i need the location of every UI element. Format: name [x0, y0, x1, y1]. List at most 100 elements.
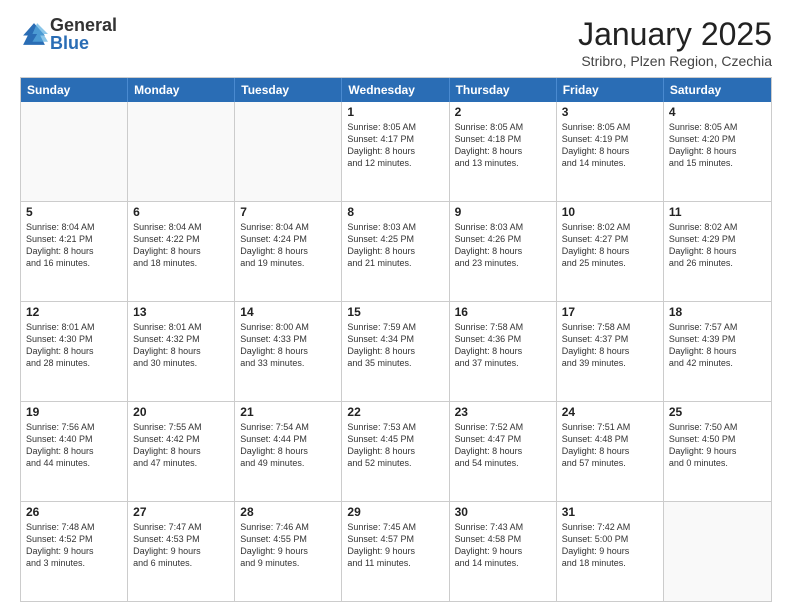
calendar-header: SundayMondayTuesdayWednesdayThursdayFrid…: [21, 78, 771, 102]
calendar-cell: 19Sunrise: 7:56 AM Sunset: 4:40 PM Dayli…: [21, 402, 128, 501]
cell-info: Sunrise: 8:01 AM Sunset: 4:32 PM Dayligh…: [133, 321, 229, 370]
calendar-cell: 31 Sunrise: 7:42 AM Sunset: 5:00 PM Dayli…: [557, 502, 664, 601]
cell-info: Sunrise: 8:04 AM Sunset: 4:24 PM Dayligh…: [240, 221, 336, 270]
calendar-cell: 25 Sunrise: 7:50 AM Sunset: 4:50 PM Dayli…: [664, 402, 771, 501]
calendar-cell: 21 Sunrise: 7:54 AM Sunset: 4:44 PM Dayli…: [235, 402, 342, 501]
day-number: 16: [455, 305, 551, 319]
calendar-cell: [21, 102, 128, 201]
calendar-cell: 14 Sunrise: 8:00 AM Sunset: 4:33 PM Dayli…: [235, 302, 342, 401]
day-number: 10: [562, 205, 658, 219]
day-number: 1: [347, 105, 443, 119]
day-number: 3: [562, 105, 658, 119]
calendar-row: 19Sunrise: 7:56 AM Sunset: 4:40 PM Dayli…: [21, 402, 771, 502]
cell-info: Sunrise: 8:00 AM Sunset: 4:33 PM Dayligh…: [240, 321, 336, 370]
cell-info: Sunrise: 8:05 AM Sunset: 4:19 PM Dayligh…: [562, 121, 658, 170]
calendar-cell: 30Sunrise: 7:43 AM Sunset: 4:58 PM Dayli…: [450, 502, 557, 601]
calendar-cell: 5 Sunrise: 8:04 AM Sunset: 4:21 PM Daylig…: [21, 202, 128, 301]
day-number: 21: [240, 405, 336, 419]
cell-info: Sunrise: 7:46 AM Sunset: 4:55 PM Dayligh…: [240, 521, 336, 570]
cell-info: Sunrise: 7:54 AM Sunset: 4:44 PM Dayligh…: [240, 421, 336, 470]
calendar-cell: 3 Sunrise: 8:05 AM Sunset: 4:19 PM Daylig…: [557, 102, 664, 201]
cell-info: Sunrise: 8:02 AM Sunset: 4:27 PM Dayligh…: [562, 221, 658, 270]
logo-general: General: [50, 16, 117, 34]
day-number: 11: [669, 205, 766, 219]
logo-text: General Blue: [50, 16, 117, 52]
header: General Blue January 2025 Stribro, Plzen…: [20, 16, 772, 69]
day-number: 24: [562, 405, 658, 419]
day-number: 25: [669, 405, 766, 419]
cell-info: Sunrise: 7:58 AM Sunset: 4:37 PM Dayligh…: [562, 321, 658, 370]
weekday-header: Wednesday: [342, 78, 449, 102]
cell-info: Sunrise: 8:04 AM Sunset: 4:22 PM Dayligh…: [133, 221, 229, 270]
title-block: January 2025 Stribro, Plzen Region, Czec…: [578, 16, 772, 69]
calendar-cell: 12Sunrise: 8:01 AM Sunset: 4:30 PM Dayli…: [21, 302, 128, 401]
cell-info: Sunrise: 7:48 AM Sunset: 4:52 PM Dayligh…: [26, 521, 122, 570]
calendar-cell: 18Sunrise: 7:57 AM Sunset: 4:39 PM Dayli…: [664, 302, 771, 401]
calendar-cell: 9Sunrise: 8:03 AM Sunset: 4:26 PM Daylig…: [450, 202, 557, 301]
weekday-header: Monday: [128, 78, 235, 102]
subtitle: Stribro, Plzen Region, Czechia: [578, 53, 772, 69]
calendar-cell: 28 Sunrise: 7:46 AM Sunset: 4:55 PM Dayli…: [235, 502, 342, 601]
day-number: 5: [26, 205, 122, 219]
cell-info: Sunrise: 8:03 AM Sunset: 4:25 PM Dayligh…: [347, 221, 443, 270]
calendar-cell: 27 Sunrise: 7:47 AM Sunset: 4:53 PM Dayli…: [128, 502, 235, 601]
cell-info: Sunrise: 7:58 AM Sunset: 4:36 PM Dayligh…: [455, 321, 551, 370]
cell-info: Sunrise: 8:05 AM Sunset: 4:17 PM Dayligh…: [347, 121, 443, 170]
day-number: 23: [455, 405, 551, 419]
cell-info: Sunrise: 7:55 AM Sunset: 4:42 PM Dayligh…: [133, 421, 229, 470]
logo-blue: Blue: [50, 34, 117, 52]
day-number: 6: [133, 205, 229, 219]
calendar-cell: 11 Sunrise: 8:02 AM Sunset: 4:29 PM Dayli…: [664, 202, 771, 301]
cell-info: Sunrise: 7:57 AM Sunset: 4:39 PM Dayligh…: [669, 321, 766, 370]
month-title: January 2025: [578, 16, 772, 53]
calendar-cell: 7 Sunrise: 8:04 AM Sunset: 4:24 PM Daylig…: [235, 202, 342, 301]
day-number: 9: [455, 205, 551, 219]
cell-info: Sunrise: 8:05 AM Sunset: 4:20 PM Dayligh…: [669, 121, 766, 170]
day-number: 2: [455, 105, 551, 119]
cell-info: Sunrise: 7:47 AM Sunset: 4:53 PM Dayligh…: [133, 521, 229, 570]
calendar-cell: 6 Sunrise: 8:04 AM Sunset: 4:22 PM Daylig…: [128, 202, 235, 301]
weekday-header: Friday: [557, 78, 664, 102]
cell-info: Sunrise: 8:05 AM Sunset: 4:18 PM Dayligh…: [455, 121, 551, 170]
page: General Blue January 2025 Stribro, Plzen…: [0, 0, 792, 612]
calendar-cell: 26Sunrise: 7:48 AM Sunset: 4:52 PM Dayli…: [21, 502, 128, 601]
cell-info: Sunrise: 8:04 AM Sunset: 4:21 PM Dayligh…: [26, 221, 122, 270]
day-number: 31: [562, 505, 658, 519]
weekday-header: Sunday: [21, 78, 128, 102]
day-number: 7: [240, 205, 336, 219]
calendar-row: 5 Sunrise: 8:04 AM Sunset: 4:21 PM Daylig…: [21, 202, 771, 302]
calendar-cell: 1 Sunrise: 8:05 AM Sunset: 4:17 PM Daylig…: [342, 102, 449, 201]
calendar-body: 1 Sunrise: 8:05 AM Sunset: 4:17 PM Daylig…: [21, 102, 771, 601]
calendar-row: 1 Sunrise: 8:05 AM Sunset: 4:17 PM Daylig…: [21, 102, 771, 202]
day-number: 14: [240, 305, 336, 319]
calendar-cell: 15Sunrise: 7:59 AM Sunset: 4:34 PM Dayli…: [342, 302, 449, 401]
day-number: 28: [240, 505, 336, 519]
cell-info: Sunrise: 7:42 AM Sunset: 5:00 PM Dayligh…: [562, 521, 658, 570]
cell-info: Sunrise: 7:51 AM Sunset: 4:48 PM Dayligh…: [562, 421, 658, 470]
cell-info: Sunrise: 7:50 AM Sunset: 4:50 PM Dayligh…: [669, 421, 766, 470]
logo-icon: [20, 20, 48, 48]
logo: General Blue: [20, 16, 117, 52]
day-number: 27: [133, 505, 229, 519]
day-number: 20: [133, 405, 229, 419]
calendar-row: 12Sunrise: 8:01 AM Sunset: 4:30 PM Dayli…: [21, 302, 771, 402]
cell-info: Sunrise: 7:53 AM Sunset: 4:45 PM Dayligh…: [347, 421, 443, 470]
cell-info: Sunrise: 8:02 AM Sunset: 4:29 PM Dayligh…: [669, 221, 766, 270]
calendar: SundayMondayTuesdayWednesdayThursdayFrid…: [20, 77, 772, 602]
calendar-cell: [235, 102, 342, 201]
calendar-cell: 2 Sunrise: 8:05 AM Sunset: 4:18 PM Daylig…: [450, 102, 557, 201]
cell-info: Sunrise: 7:45 AM Sunset: 4:57 PM Dayligh…: [347, 521, 443, 570]
day-number: 17: [562, 305, 658, 319]
calendar-cell: 13Sunrise: 8:01 AM Sunset: 4:32 PM Dayli…: [128, 302, 235, 401]
day-number: 15: [347, 305, 443, 319]
cell-info: Sunrise: 8:01 AM Sunset: 4:30 PM Dayligh…: [26, 321, 122, 370]
day-number: 30: [455, 505, 551, 519]
calendar-cell: 8Sunrise: 8:03 AM Sunset: 4:25 PM Daylig…: [342, 202, 449, 301]
calendar-cell: 10 Sunrise: 8:02 AM Sunset: 4:27 PM Dayli…: [557, 202, 664, 301]
calendar-cell: 24 Sunrise: 7:51 AM Sunset: 4:48 PM Dayli…: [557, 402, 664, 501]
weekday-header: Thursday: [450, 78, 557, 102]
calendar-cell: 22Sunrise: 7:53 AM Sunset: 4:45 PM Dayli…: [342, 402, 449, 501]
day-number: 4: [669, 105, 766, 119]
calendar-cell: 4 Sunrise: 8:05 AM Sunset: 4:20 PM Daylig…: [664, 102, 771, 201]
calendar-cell: 29Sunrise: 7:45 AM Sunset: 4:57 PM Dayli…: [342, 502, 449, 601]
